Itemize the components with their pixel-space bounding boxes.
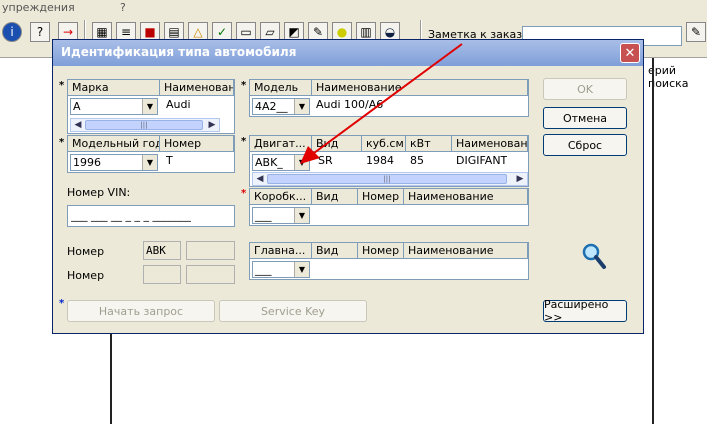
annotation-arrow-icon — [300, 43, 463, 164]
